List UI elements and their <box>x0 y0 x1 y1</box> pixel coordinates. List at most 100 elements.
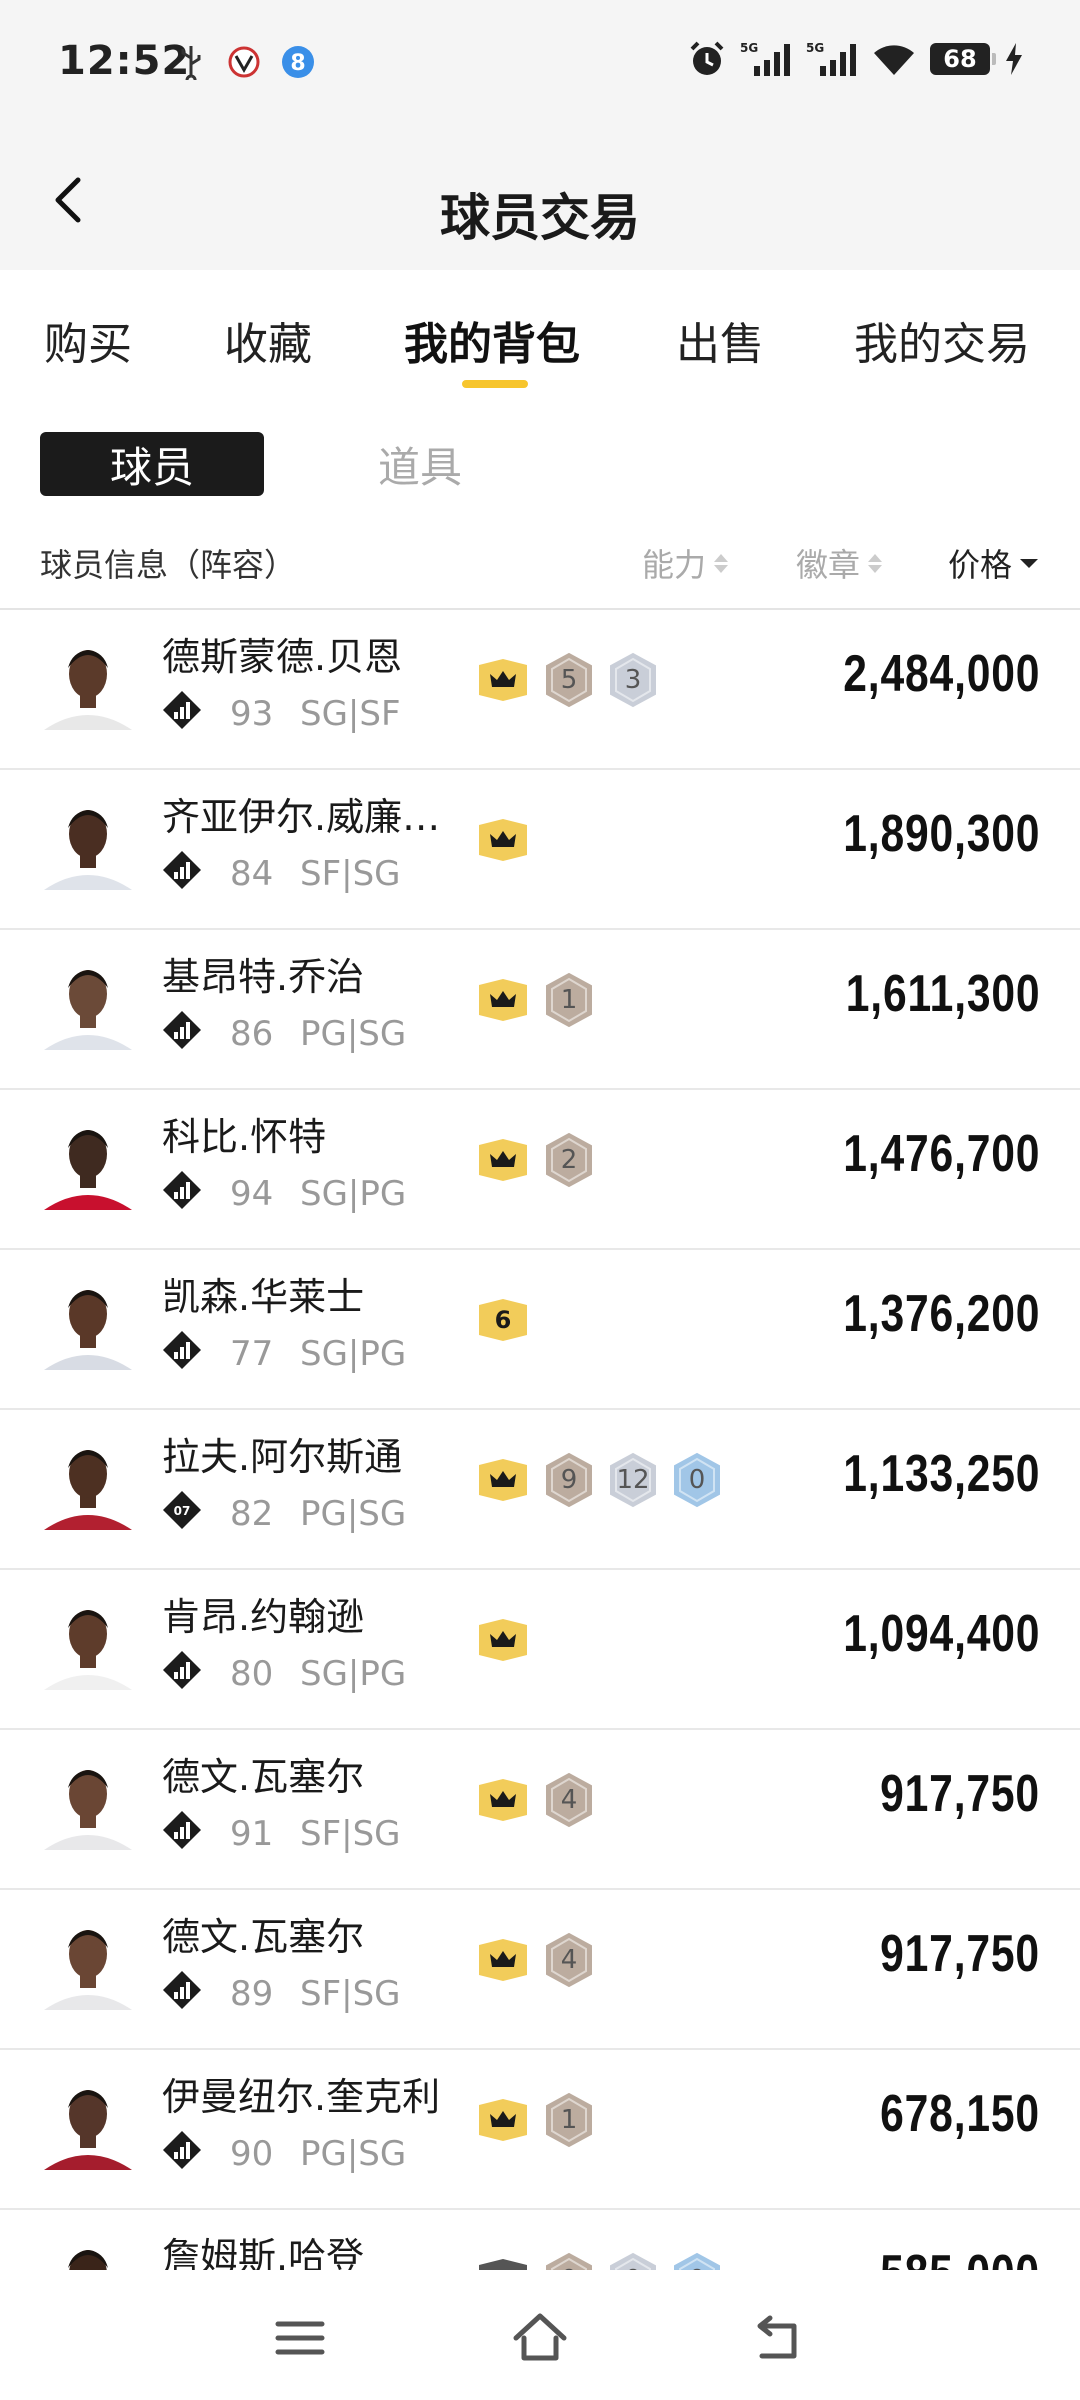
player-row[interactable]: 德斯蒙德.贝恩 93 SG|SF 5 3 2,484,000 <box>0 610 1080 770</box>
player-rating: 77 <box>230 1334 274 1374</box>
player-rating: 91 <box>230 1814 274 1854</box>
sort-badge[interactable]: 徽章 <box>796 540 883 586</box>
badge-count-bronze: 1 <box>544 2092 594 2148</box>
tab-buy[interactable]: 购买 <box>44 308 132 372</box>
column-player-info: 球员信息（阵容） <box>40 546 297 584</box>
tier-icon: 07 <box>163 1491 201 1529</box>
badge-count-bronze: 4 <box>544 1772 594 1828</box>
svg-text:5G: 5G <box>740 41 758 55</box>
player-price: 1,611,300 <box>845 965 1040 1023</box>
back-icon[interactable] <box>750 2308 810 2368</box>
player-row[interactable]: 德文.瓦塞尔 91 SF|SG 4 917,750 <box>0 1730 1080 1890</box>
badge-group <box>476 810 530 870</box>
sort-badge-label: 徽章 <box>796 546 861 584</box>
player-list[interactable]: 德斯蒙德.贝恩 93 SG|SF 5 3 2,484,000 齐亚伊尔.威廉… 84 SF|SG… <box>0 610 1080 2270</box>
player-position: PG|SG <box>300 1494 407 1534</box>
badge-count-bronze: 4 <box>544 1932 594 1988</box>
player-avatar <box>40 954 136 1050</box>
player-row[interactable]: 詹姆斯.哈登000585,000 <box>0 2210 1080 2270</box>
player-position: SF|SG <box>300 1974 401 2014</box>
sort-desc-icon <box>1020 558 1039 568</box>
player-name: 德文.瓦塞尔 <box>162 1915 365 1959</box>
player-row[interactable]: 凯森.华莱士 77 SG|PG 6 1,376,200 <box>0 1250 1080 1410</box>
player-avatar <box>40 1274 136 1370</box>
signal-5g-icon: 5G <box>806 41 856 76</box>
notification-icon: 8 <box>282 46 314 78</box>
crown-icon <box>479 659 527 701</box>
crown-icon <box>479 2099 527 2141</box>
player-name: 凯森.华莱士 <box>162 1275 365 1319</box>
player-row[interactable]: 伊曼纽尔.奎克利 90 PG|SG 1 678,150 <box>0 2050 1080 2210</box>
player-name: 德斯蒙德.贝恩 <box>162 635 403 679</box>
badge-count: 3 <box>624 665 642 695</box>
player-avatar <box>40 1754 136 1850</box>
status-time: 12:52 <box>58 38 191 84</box>
alarm-icon <box>690 41 724 75</box>
player-position: SF|SG <box>300 854 401 894</box>
player-avatar <box>40 1594 136 1690</box>
badge-group: 9 12 0 <box>476 1450 722 1510</box>
badge-count-bronze: 1 <box>544 972 594 1028</box>
player-row[interactable]: 科比.怀特 94 SG|PG 2 1,476,700 <box>0 1090 1080 1250</box>
sort-ability[interactable]: 能力 <box>642 540 729 586</box>
menu-icon[interactable] <box>270 2308 330 2368</box>
svg-text:8: 8 <box>290 51 305 76</box>
player-name: 齐亚伊尔.威廉… <box>162 795 441 839</box>
player-position: SF|SG <box>300 1814 401 1854</box>
crown-icon: 6 <box>479 1299 527 1341</box>
tier-icon <box>163 1171 201 1209</box>
badge-count-silver: 3 <box>608 652 658 708</box>
player-row[interactable]: 齐亚伊尔.威廉… 84 SF|SG 1,890,300 <box>0 770 1080 930</box>
home-icon[interactable] <box>510 2308 570 2368</box>
crown-icon <box>479 979 527 1021</box>
segment-players[interactable]: 球员 <box>40 432 264 496</box>
tier-icon <box>163 1811 201 1849</box>
badge-group: 4 <box>476 1770 594 1830</box>
segment-items[interactable]: 道具 <box>360 432 480 496</box>
sort-ability-label: 能力 <box>642 546 707 584</box>
player-name: 伊曼纽尔.奎克利 <box>162 2075 441 2119</box>
tier-icon <box>163 1651 201 1689</box>
badge-count-blue: 0 <box>672 1452 722 1508</box>
player-position: SG|PG <box>300 1334 407 1374</box>
list-column-header: 球员信息（阵容） 能力 徽章 价格 <box>0 530 1080 590</box>
badge-group: 4 <box>476 1930 594 1990</box>
wifi-icon <box>874 45 914 75</box>
player-row[interactable]: 德文.瓦塞尔 89 SF|SG 4 917,750 <box>0 1890 1080 2050</box>
player-position: PG|SG <box>300 1014 407 1054</box>
player-row[interactable]: 基昂特.乔治 86 PG|SG 1 1,611,300 <box>0 930 1080 1090</box>
sort-price[interactable]: 价格 <box>948 540 1039 586</box>
tier-icon <box>163 2131 201 2169</box>
svg-text:6: 6 <box>495 1306 512 1334</box>
player-rating: 89 <box>230 1974 274 2014</box>
tier-icon <box>163 1331 201 1369</box>
player-row[interactable]: 肯昂.约翰逊 80 SG|PG 1,094,400 <box>0 1570 1080 1730</box>
tier-icon <box>163 691 201 729</box>
tier-icon <box>163 1971 201 2009</box>
system-nav-bar <box>0 2270 1080 2400</box>
tab-my-bag[interactable]: 我的背包 <box>404 308 580 372</box>
player-price: 1,890,300 <box>842 805 1040 863</box>
badge-count: 12 <box>616 1465 650 1495</box>
player-price: 2,484,000 <box>842 645 1040 703</box>
player-rating: 93 <box>230 694 274 734</box>
tier-icon <box>163 851 201 889</box>
player-name: 詹姆斯.哈登 <box>162 2235 365 2270</box>
page-title: 球员交易 <box>440 189 640 247</box>
player-position: SG|SF <box>300 694 401 734</box>
tab-my-trades[interactable]: 我的交易 <box>854 308 1030 372</box>
badge-group: 2 <box>476 1130 594 1190</box>
badge-count-blue: 0 <box>672 2252 722 2270</box>
player-avatar <box>40 794 136 890</box>
svg-text:5G: 5G <box>806 41 824 55</box>
badge-count-bronze: 9 <box>544 1452 594 1508</box>
badge-group: 53 <box>476 650 658 710</box>
player-name: 德文.瓦塞尔 <box>162 1755 365 1799</box>
tab-sell[interactable]: 出售 <box>676 308 764 372</box>
player-price: 1,094,400 <box>842 1605 1040 1663</box>
badge-count: 1 <box>560 985 578 1015</box>
tab-favorites[interactable]: 收藏 <box>224 308 312 372</box>
player-rating: 84 <box>230 854 274 894</box>
crown-icon <box>479 1779 527 1821</box>
player-row[interactable]: 拉夫.阿尔斯通 07 82 PG|SG 9 12 0 1,133,250 <box>0 1410 1080 1570</box>
